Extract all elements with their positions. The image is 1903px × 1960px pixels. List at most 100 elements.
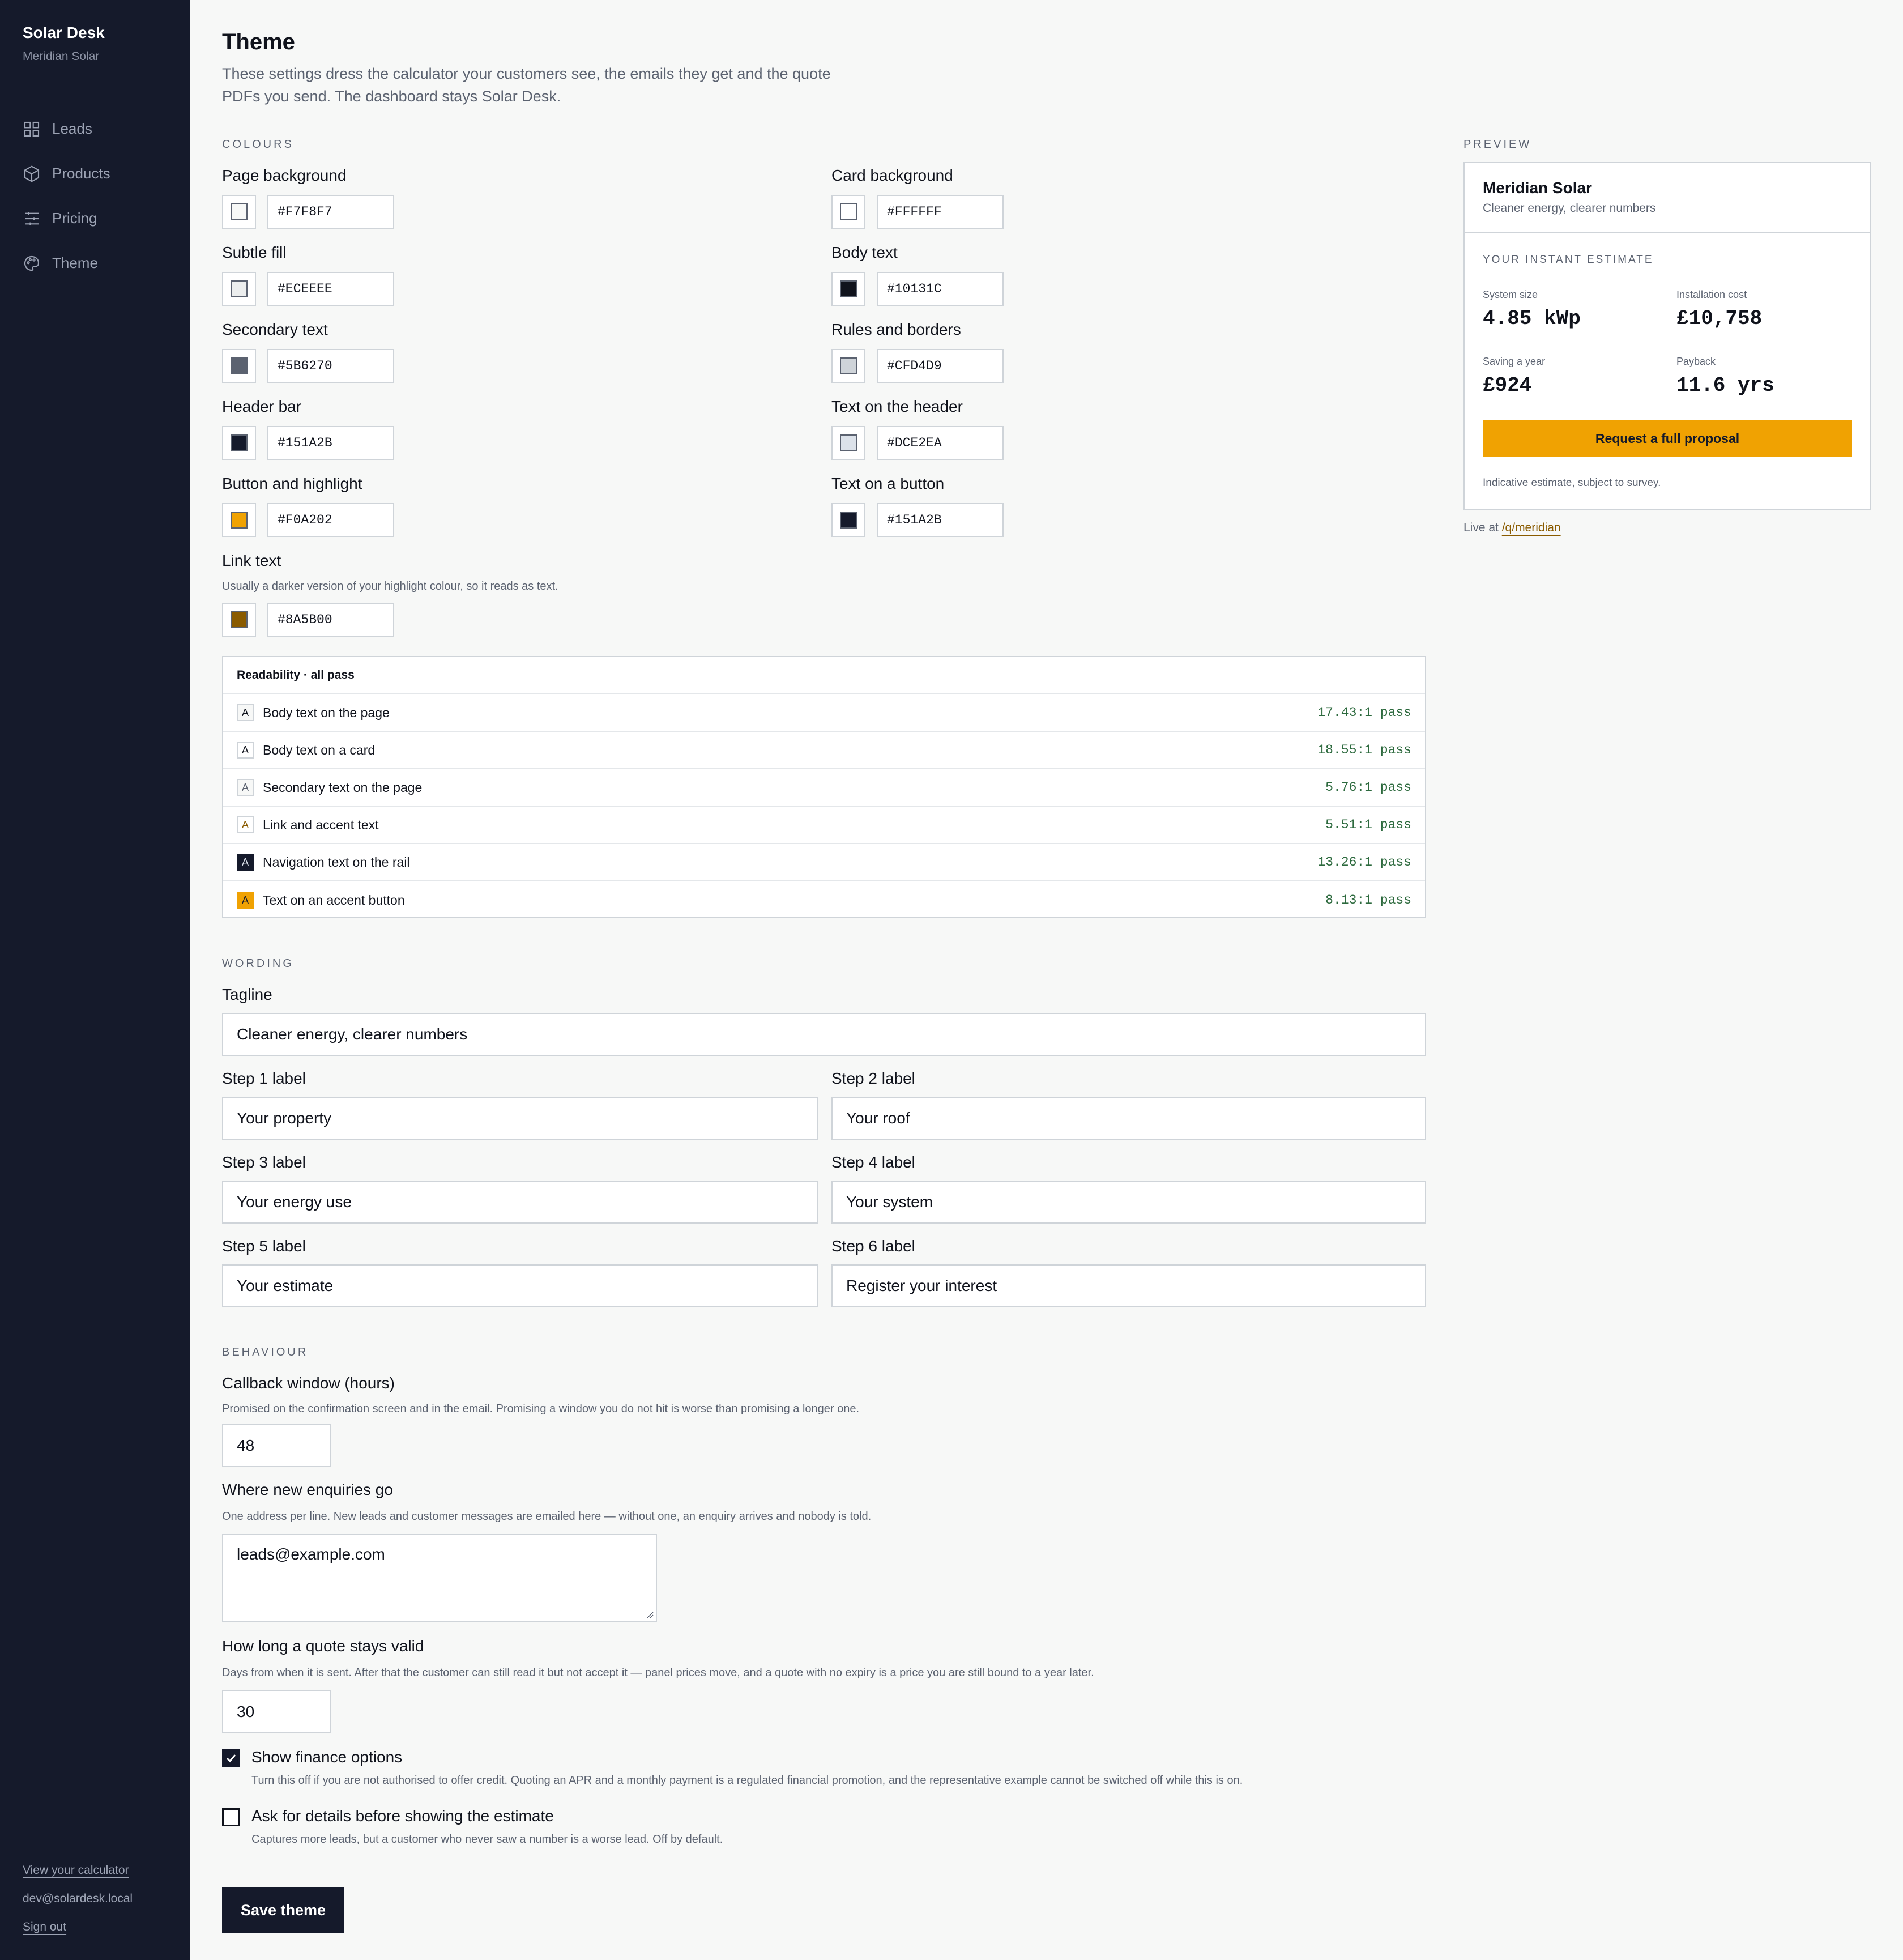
live-prefix: Live at [1463, 521, 1499, 534]
readability-label: Navigation text on the rail [263, 854, 410, 870]
tagline-input[interactable]: Cleaner energy, clearer numbers [222, 1013, 1426, 1056]
swatch-color [231, 280, 248, 297]
body-text-label: Body text [831, 244, 898, 261]
page-intro: These settings dress the calculator your… [222, 65, 831, 105]
secondary-text-hex-input[interactable]: #5B6270 [267, 349, 394, 383]
grid-icon [24, 121, 40, 137]
readability-ratio: 13.26:1 pass [1317, 855, 1411, 870]
contrast-chip: A [237, 704, 254, 721]
preview-tagline: Cleaner energy, clearer numbers [1483, 202, 1656, 215]
step-2-input[interactable]: Your roof [831, 1097, 1426, 1140]
step-3-input[interactable]: Your energy use [222, 1181, 818, 1224]
live-url: Live at /q/meridian [1463, 521, 1561, 535]
sign-out-link[interactable]: Sign out [23, 1920, 133, 1949]
resize-handle-icon[interactable] [646, 1611, 654, 1619]
details-first-label[interactable]: Ask for details before showing the estim… [251, 1807, 554, 1825]
enquiries-textarea[interactable]: leads@example.com [222, 1534, 657, 1622]
rules-borders-label: Rules and borders [831, 321, 961, 338]
text-on-button-hex-input[interactable]: #151A2B [877, 503, 1004, 537]
step-4-input[interactable]: Your system [831, 1181, 1426, 1224]
sidebar-footer: View your calculator dev@solardesk.local… [23, 1864, 133, 1949]
stat-value: £924 [1483, 374, 1532, 397]
sidebar-item-products[interactable]: Products [23, 151, 110, 196]
rules-borders-hex-input[interactable]: #CFD4D9 [877, 349, 1004, 383]
subtle-fill-hex-input[interactable]: #ECEEEE [267, 272, 394, 306]
view-calculator-link[interactable]: View your calculator [23, 1864, 133, 1892]
page-background-swatch[interactable] [222, 195, 256, 229]
sidebar-item-theme[interactable]: Theme [23, 241, 110, 286]
card-background-swatch[interactable] [831, 195, 865, 229]
header-bar-swatch[interactable] [222, 426, 256, 460]
page-title: Theme [222, 29, 295, 54]
button-highlight-swatch[interactable] [222, 503, 256, 537]
sidebar: Solar Desk Meridian Solar Leads Products… [0, 0, 190, 1960]
step-1-input[interactable]: Your property [222, 1097, 818, 1140]
readability-label: Body text on the page [263, 705, 390, 720]
step-6-input[interactable]: Register your interest [831, 1264, 1426, 1307]
readability-panel: Readability · all pass A Body text on th… [222, 656, 1426, 918]
subtle-fill-label: Subtle fill [222, 244, 287, 261]
preview-company: Meridian Solar [1483, 179, 1592, 197]
step-6-label: Step 6 label [831, 1237, 915, 1255]
text-on-button-label: Text on a button [831, 475, 945, 492]
text-on-header-swatch[interactable] [831, 426, 865, 460]
enquiries-label: Where new enquiries go [222, 1481, 393, 1498]
stat-value: 4.85 kWp [1483, 307, 1581, 330]
sidebar-item-pricing[interactable]: Pricing [23, 196, 110, 241]
user-email: dev@solardesk.local [23, 1892, 133, 1905]
live-link[interactable]: /q/meridian [1502, 521, 1561, 534]
step-4-label: Step 4 label [831, 1153, 915, 1171]
readability-ratio: 18.55:1 pass [1317, 743, 1411, 757]
rules-borders-swatch[interactable] [831, 349, 865, 383]
finance-checkbox[interactable] [222, 1749, 240, 1767]
save-theme-button[interactable]: Save theme [222, 1887, 344, 1933]
step-2-label: Step 2 label [831, 1070, 915, 1087]
stat-label: Payback [1676, 356, 1716, 367]
readability-label: Secondary text on the page [263, 779, 423, 795]
body-text-swatch[interactable] [831, 272, 865, 306]
validity-days-input[interactable]: 30 [222, 1690, 331, 1733]
details-first-checkbox[interactable] [222, 1808, 240, 1826]
button-highlight-label: Button and highlight [222, 475, 362, 492]
text-on-header-label: Text on the header [831, 398, 963, 415]
company-name: Meridian Solar [23, 50, 100, 63]
readability-ratio: 5.51:1 pass [1325, 817, 1411, 832]
swatch-color [840, 357, 857, 374]
page-background-hex-input[interactable]: #F7F8F7 [267, 195, 394, 229]
text-on-header-hex-input[interactable]: #DCE2EA [877, 426, 1004, 460]
step-3-label: Step 3 label [222, 1153, 306, 1171]
link-text-swatch[interactable] [222, 603, 256, 637]
header-bar-hex-input[interactable]: #151A2B [267, 426, 394, 460]
contrast-chip: A [237, 742, 254, 759]
card-background-hex-input[interactable]: #FFFFFF [877, 195, 1004, 229]
request-proposal-button[interactable]: Request a full proposal [1483, 420, 1852, 457]
readability-row: A Text on an accent button 8.13:1 pass [223, 881, 1425, 919]
swatch-color [231, 512, 248, 529]
secondary-text-swatch[interactable] [222, 349, 256, 383]
card-background-label: Card background [831, 167, 953, 184]
finance-label[interactable]: Show finance options [251, 1748, 402, 1766]
checkmark-icon [226, 1754, 236, 1763]
body-text-hex-input[interactable]: #10131C [877, 272, 1004, 306]
app-brand: Solar Desk [23, 24, 105, 41]
readability-row: A Body text on a card 18.55:1 pass [223, 732, 1425, 769]
subtle-fill-swatch[interactable] [222, 272, 256, 306]
button-highlight-hex-input[interactable]: #F0A202 [267, 503, 394, 537]
link-text-label: Link text [222, 552, 281, 569]
readability-row: A Link and accent text 5.51:1 pass [223, 807, 1425, 844]
link-text-hex-input[interactable]: #8A5B00 [267, 603, 394, 637]
sidebar-item-leads[interactable]: Leads [23, 106, 110, 151]
preview-card-header [1465, 163, 1870, 233]
sliders-icon [25, 211, 39, 225]
step-5-input[interactable]: Your estimate [222, 1264, 818, 1307]
callback-hours-input[interactable]: 48 [222, 1424, 331, 1467]
behaviour-section-label: BEHAVIOUR [222, 1346, 309, 1358]
tagline-label: Tagline [222, 986, 272, 1003]
wording-section-label: WORDING [222, 957, 294, 970]
text-on-button-swatch[interactable] [831, 503, 865, 537]
details-first-help: Captures more leads, but a customer who … [251, 1833, 723, 1846]
contrast-chip: A [237, 779, 254, 796]
callback-help: Promised on the confirmation screen and … [222, 1403, 860, 1415]
sidebar-item-label: Leads [52, 120, 92, 137]
readability-ratio: 5.76:1 pass [1325, 780, 1411, 795]
